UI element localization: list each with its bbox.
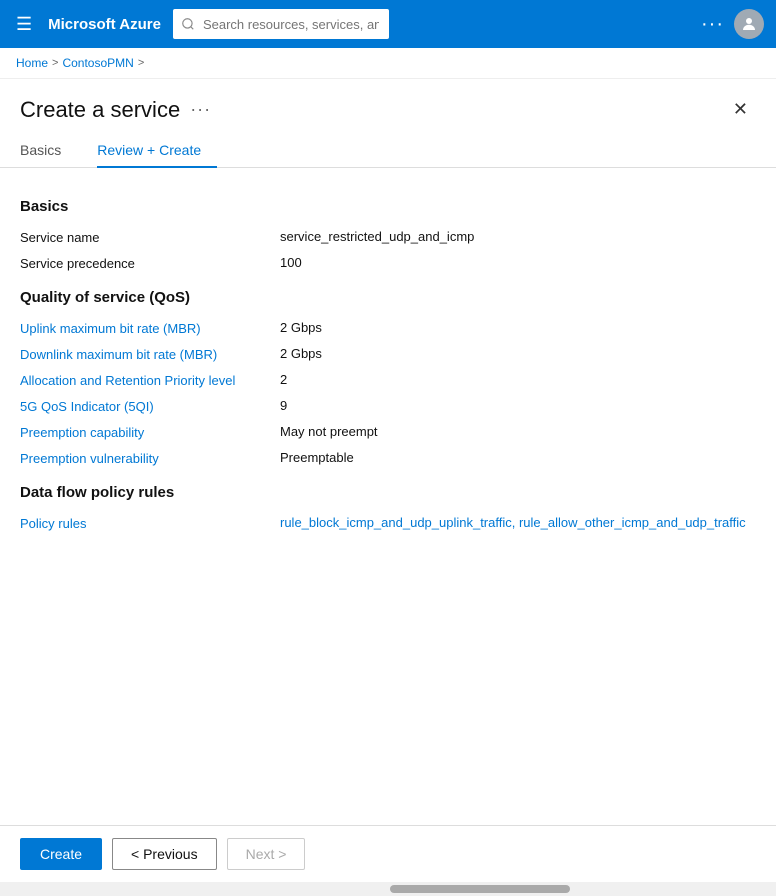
breadcrumb-sep1: > (52, 57, 58, 69)
preemption-vuln-label: Preemption vulnerability (20, 450, 280, 466)
qos-section-header: Quality of service (QoS) (20, 289, 756, 306)
preemption-cap-label: Preemption capability (20, 424, 280, 440)
page-title-more-icon[interactable]: ··· (190, 99, 211, 120)
footer: Create < Previous Next > (0, 825, 776, 882)
breadcrumb-parent[interactable]: ContosoPMN (62, 56, 133, 70)
5qi-label: 5G QoS Indicator (5QI) (20, 398, 280, 414)
page-title: Create a service (20, 97, 180, 123)
policy-rules-label: Policy rules (20, 515, 280, 531)
nav-bar: ☰ Microsoft Azure ··· (0, 0, 776, 48)
search-wrap (173, 9, 593, 39)
data-flow-section-header: Data flow policy rules (20, 484, 756, 501)
basics-section-header: Basics (20, 198, 756, 215)
preemption-cap-value: May not preempt (280, 424, 378, 439)
next-button[interactable]: Next > (227, 838, 306, 870)
nav-more-icon[interactable]: ··· (701, 13, 724, 36)
service-name-label: Service name (20, 229, 280, 245)
close-button[interactable]: ✕ (725, 95, 756, 124)
hamburger-icon[interactable]: ☰ (12, 10, 36, 39)
scrollbar-thumb[interactable] (390, 885, 570, 893)
policy-rules-value: rule_block_icmp_and_udp_uplink_traffic, … (280, 515, 746, 530)
previous-button[interactable]: < Previous (112, 838, 217, 870)
field-5qi: 5G QoS Indicator (5QI) 9 (20, 398, 756, 414)
page-title-row: Create a service ··· (20, 97, 211, 123)
field-service-name: Service name service_restricted_udp_and_… (20, 229, 756, 245)
field-service-precedence: Service precedence 100 (20, 255, 756, 271)
breadcrumb-sep2: > (138, 57, 144, 69)
field-policy-rules: Policy rules rule_block_icmp_and_udp_upl… (20, 515, 756, 531)
downlink-mbr-label: Downlink maximum bit rate (MBR) (20, 346, 280, 362)
avatar[interactable] (734, 9, 764, 39)
field-preemption-capability: Preemption capability May not preempt (20, 424, 756, 440)
search-input[interactable] (173, 9, 389, 39)
nav-right: ··· (701, 9, 764, 39)
uplink-mbr-value: 2 Gbps (280, 320, 322, 335)
preemption-vuln-value: Preemptable (280, 450, 354, 465)
tab-basics[interactable]: Basics (20, 134, 77, 168)
field-alloc-retention: Allocation and Retention Priority level … (20, 372, 756, 388)
main-container: Create a service ··· ✕ Basics Review + C… (0, 79, 776, 882)
alloc-retention-label: Allocation and Retention Priority level (20, 372, 280, 388)
field-preemption-vulnerability: Preemption vulnerability Preemptable (20, 450, 756, 466)
service-precedence-label: Service precedence (20, 255, 280, 271)
uplink-mbr-label: Uplink maximum bit rate (MBR) (20, 320, 280, 336)
breadcrumb-home[interactable]: Home (16, 56, 48, 70)
create-button[interactable]: Create (20, 838, 102, 870)
breadcrumb: Home > ContosoPMN > (0, 48, 776, 79)
service-precedence-value: 100 (280, 255, 302, 270)
field-uplink-mbr: Uplink maximum bit rate (MBR) 2 Gbps (20, 320, 756, 336)
field-downlink-mbr: Downlink maximum bit rate (MBR) 2 Gbps (20, 346, 756, 362)
tabs: Basics Review + Create (0, 134, 776, 168)
downlink-mbr-value: 2 Gbps (280, 346, 322, 361)
service-name-value: service_restricted_udp_and_icmp (280, 229, 474, 244)
5qi-value: 9 (280, 398, 287, 413)
tab-review-create[interactable]: Review + Create (97, 134, 217, 168)
alloc-retention-value: 2 (280, 372, 287, 387)
page-header: Create a service ··· ✕ (0, 79, 776, 124)
content-area: Basics Service name service_restricted_u… (0, 168, 776, 621)
app-title: Microsoft Azure (48, 16, 161, 33)
scrollbar-area (0, 882, 776, 896)
